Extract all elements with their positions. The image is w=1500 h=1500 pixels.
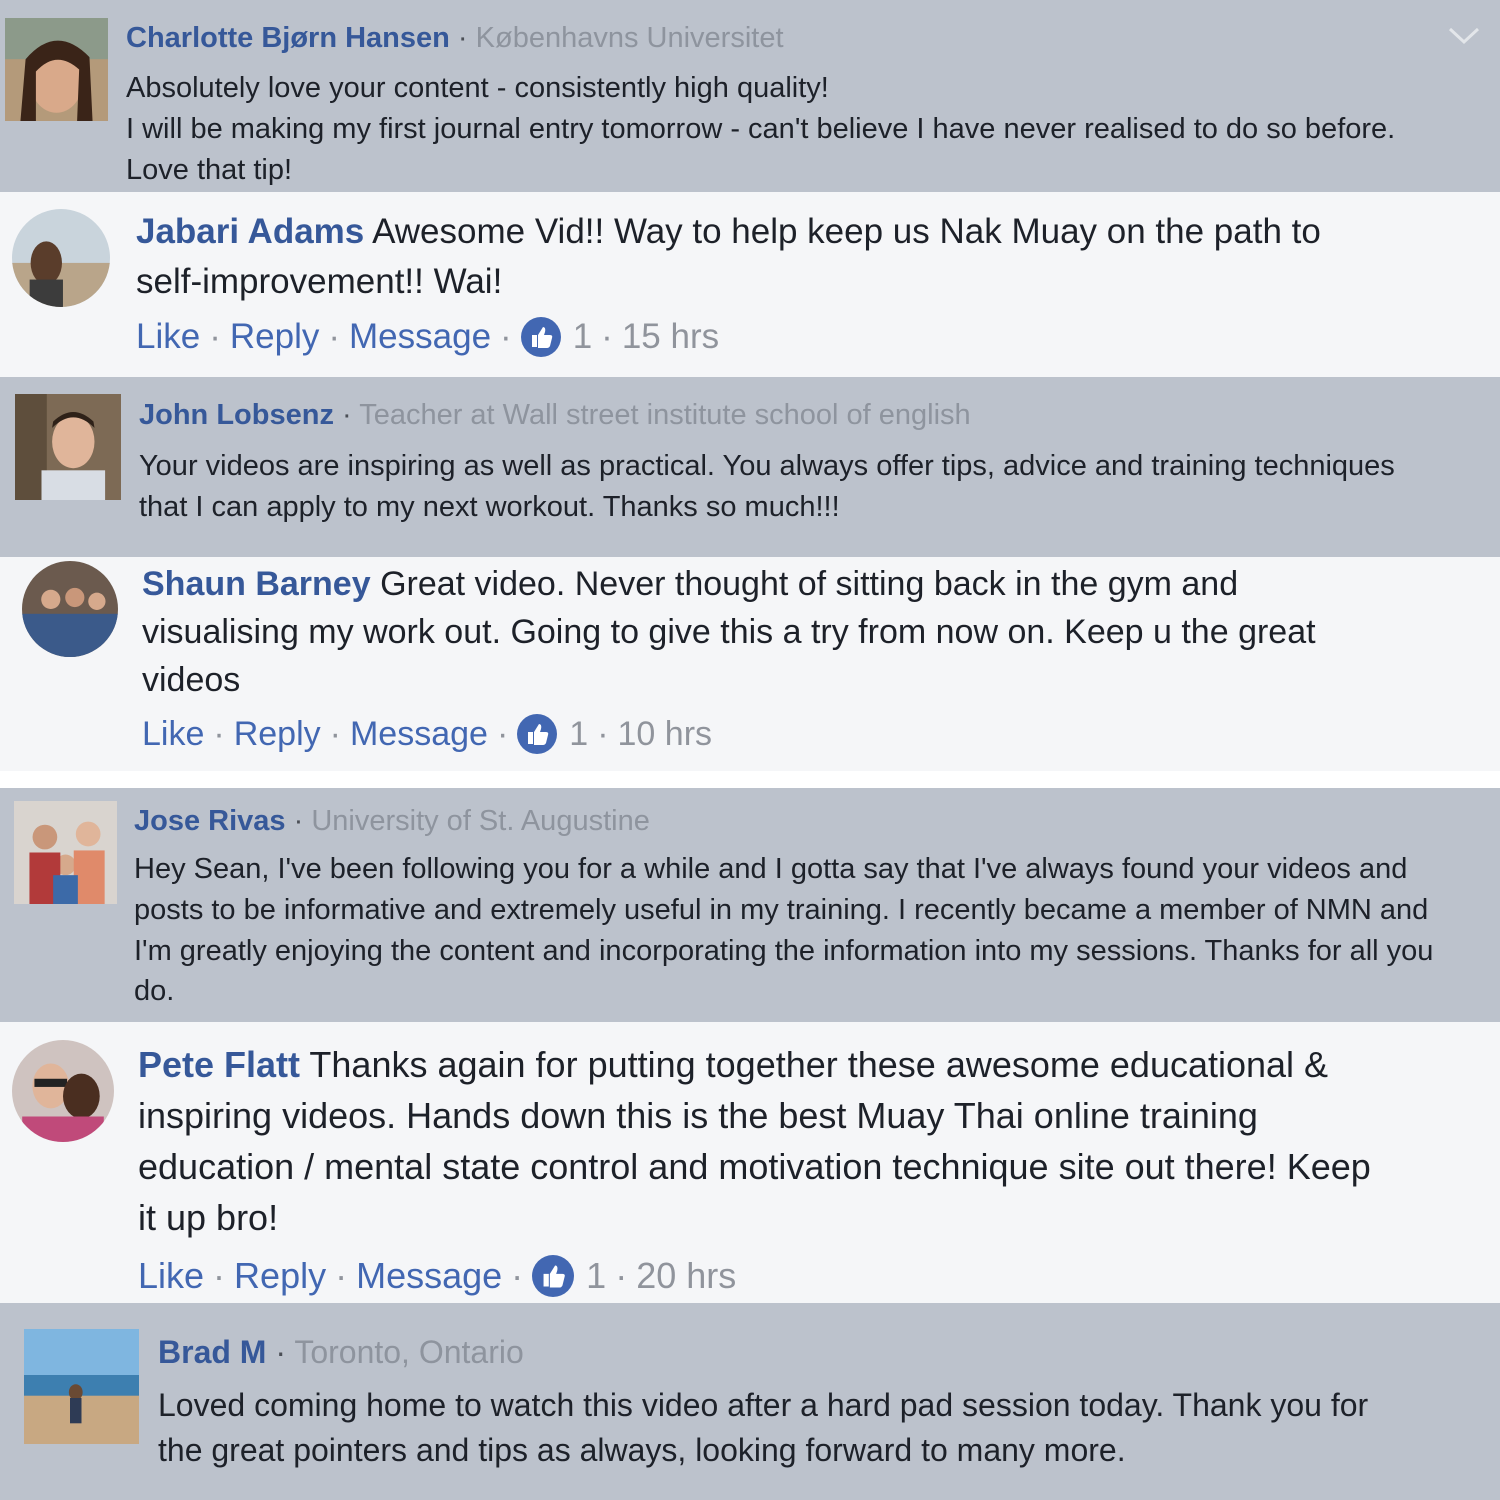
comment-text-line: that I can apply to my next workout. Tha… bbox=[139, 491, 840, 523]
comment-card: Shaun Barney Great video. Never thought … bbox=[0, 557, 1500, 771]
comment-text: Thanks again for putting together these … bbox=[309, 1044, 1329, 1085]
comment-text-line: self-improvement!! Wai! bbox=[136, 262, 503, 301]
separator-dot: · bbox=[209, 317, 221, 356]
separator-dot: · bbox=[496, 714, 509, 753]
separator-dot: · bbox=[335, 1255, 348, 1296]
author-affiliation: University of St. Augustine bbox=[311, 805, 650, 837]
separator-dot: · bbox=[511, 1255, 524, 1296]
comment-actions: Like · Reply · Message · 1 · 10 hrs bbox=[142, 712, 712, 756]
comment-text-line: Love that tip! bbox=[126, 154, 293, 186]
separator-dot: · bbox=[449, 22, 476, 54]
comment-text-line: Shaun Barney Great video. Never thought … bbox=[142, 562, 1238, 606]
thumbs-up-icon[interactable] bbox=[520, 317, 561, 357]
separator-dot: · bbox=[601, 317, 613, 356]
message-link[interactable]: Message bbox=[350, 715, 488, 754]
comment-text-line: it up bro! bbox=[138, 1197, 279, 1238]
author-name[interactable]: Shaun Barney bbox=[142, 565, 371, 603]
separator-dot: · bbox=[213, 1255, 226, 1296]
reply-link[interactable]: Reply bbox=[230, 317, 319, 357]
comment-text-line: I will be making my first journal entry … bbox=[126, 113, 1396, 145]
author-affiliation: Københavns Universitet bbox=[475, 22, 784, 54]
separator-dot: · bbox=[328, 317, 341, 356]
author-name[interactable]: John Lobsenz bbox=[139, 399, 334, 431]
separator-dot: · bbox=[615, 1255, 628, 1296]
comment-header: Jose Rivas · University of St. Augustine bbox=[134, 803, 650, 839]
separator-dot: · bbox=[333, 399, 360, 431]
separator-dot: · bbox=[329, 714, 341, 753]
comment-actions: Like · Reply · Message · 1 · 15 hrs bbox=[136, 315, 719, 359]
chevron-down-icon[interactable] bbox=[1446, 24, 1482, 48]
comment-text: Great video. Never thought of sitting ba… bbox=[380, 565, 1239, 603]
comment-card: Pete Flatt Thanks again for putting toge… bbox=[0, 1022, 1500, 1303]
comment-card: Jose Rivas · University of St. Augustine… bbox=[0, 788, 1500, 1022]
avatar[interactable] bbox=[5, 18, 108, 121]
comment-text-line: Pete Flatt Thanks again for putting toge… bbox=[138, 1042, 1328, 1088]
avatar[interactable] bbox=[24, 1329, 139, 1444]
separator-dot: · bbox=[213, 714, 225, 753]
comment-text-line: do. bbox=[134, 975, 175, 1007]
separator-dot: · bbox=[266, 1334, 295, 1370]
timestamp[interactable]: 20 hrs bbox=[636, 1255, 736, 1297]
separator-dot: · bbox=[500, 317, 512, 356]
comment-text-line: inspiring videos. Hands down this is the… bbox=[138, 1095, 1258, 1136]
author-name[interactable]: Jose Rivas bbox=[134, 805, 286, 837]
message-link[interactable]: Message bbox=[356, 1255, 502, 1297]
reaction-count[interactable]: 1 bbox=[569, 715, 588, 754]
timestamp[interactable]: 10 hrs bbox=[618, 715, 713, 754]
reply-link[interactable]: Reply bbox=[234, 1255, 326, 1297]
comment-text-line: Your videos are inspiring as well as pra… bbox=[139, 450, 1395, 482]
comment-text: Awesome Vid!! Way to help keep us Nak Mu… bbox=[372, 212, 1321, 251]
comment-text-line: posts to be informative and extremely us… bbox=[134, 894, 1429, 926]
avatar[interactable] bbox=[14, 801, 117, 904]
avatar[interactable] bbox=[12, 1040, 114, 1142]
separator-dot: · bbox=[285, 805, 312, 837]
author-affiliation: Teacher at Wall street institute school … bbox=[359, 399, 971, 431]
comment-text-line: visualising my work out. Going to give t… bbox=[142, 613, 1316, 651]
comment-text-line: the great pointers and tips as always, l… bbox=[158, 1432, 1126, 1468]
comment-text-line: Hey Sean, I've been following you for a … bbox=[134, 853, 1408, 885]
avatar[interactable] bbox=[22, 561, 118, 657]
avatar[interactable] bbox=[12, 209, 110, 307]
comment-card: Brad M · Toronto, Ontario Loved coming h… bbox=[0, 1303, 1500, 1500]
reply-link[interactable]: Reply bbox=[234, 715, 321, 754]
reaction-count[interactable]: 1 bbox=[573, 317, 592, 357]
thumbs-up-icon[interactable] bbox=[517, 714, 558, 754]
message-link[interactable]: Message bbox=[349, 317, 491, 357]
comment-card: Charlotte Bjørn Hansen · Københavns Univ… bbox=[0, 0, 1500, 192]
like-link[interactable]: Like bbox=[142, 715, 204, 754]
comment-text-line: I'm greatly enjoying the content and inc… bbox=[134, 935, 1434, 967]
author-affiliation: Toronto, Ontario bbox=[294, 1334, 524, 1370]
author-name[interactable]: Jabari Adams bbox=[136, 212, 364, 251]
like-link[interactable]: Like bbox=[138, 1255, 204, 1297]
separator-dot: · bbox=[597, 714, 609, 753]
comment-text-line: videos bbox=[142, 661, 241, 699]
author-name[interactable]: Charlotte Bjørn Hansen bbox=[126, 22, 450, 54]
comment-card: John Lobsenz · Teacher at Wall street in… bbox=[0, 377, 1500, 557]
comment-actions: Like · Reply · Message · 1 · 20 hrs bbox=[138, 1253, 736, 1299]
comment-header: Charlotte Bjørn Hansen · Københavns Univ… bbox=[126, 20, 784, 56]
comment-text-line: education / mental state control and mot… bbox=[138, 1146, 1371, 1187]
comment-text-line: Absolutely love your content - consisten… bbox=[126, 72, 829, 104]
thumbs-up-icon[interactable] bbox=[532, 1255, 575, 1297]
author-name[interactable]: Pete Flatt bbox=[138, 1044, 300, 1085]
comment-header: Brad M · Toronto, Ontario bbox=[158, 1332, 524, 1372]
timestamp[interactable]: 15 hrs bbox=[622, 317, 719, 357]
like-link[interactable]: Like bbox=[136, 317, 200, 357]
comment-text-line: Loved coming home to watch this video af… bbox=[158, 1387, 1369, 1423]
comment-text-line: Jabari Adams Awesome Vid!! Way to help k… bbox=[136, 210, 1321, 254]
avatar[interactable] bbox=[15, 394, 121, 500]
reaction-count[interactable]: 1 bbox=[586, 1255, 606, 1297]
author-name[interactable]: Brad M bbox=[158, 1334, 266, 1370]
comment-header: John Lobsenz · Teacher at Wall street in… bbox=[139, 397, 971, 433]
comment-card: Jabari Adams Awesome Vid!! Way to help k… bbox=[0, 192, 1500, 377]
